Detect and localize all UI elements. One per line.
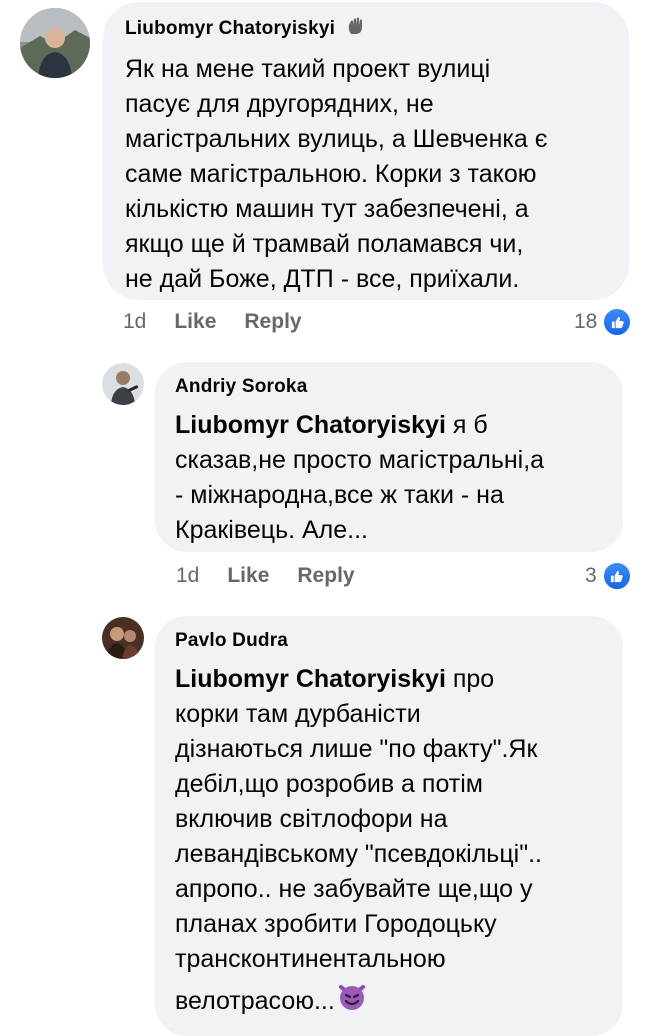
- comment-line: саме магістральною. Корки з такою: [125, 160, 537, 188]
- comment-line: магістральних вулиць, а Шевченка є: [125, 125, 548, 153]
- reaction-count: 3: [585, 564, 597, 587]
- comment-line: дізнаються лише "по факту".Як: [175, 735, 538, 763]
- comment-line: планах зробити Городоцьку: [175, 910, 497, 938]
- avatar-photo-icon: [102, 363, 144, 405]
- comment-author[interactable]: Pavlo Dudra: [175, 630, 603, 656]
- comment-line: левандівському "псевдокільці"..: [175, 840, 542, 868]
- avatar-andriy[interactable]: [102, 363, 144, 405]
- comment-bubble-2: Andriy Soroka Liubomyr Chatoryiskyi я б …: [155, 362, 623, 552]
- comment-author[interactable]: Liubomyr Chatoryiskyi: [125, 18, 335, 39]
- comment-bubble-1: Liubomyr Chatoryiskyi Як на мене такий п…: [103, 2, 629, 300]
- comment-line: дебіл,що розробив а потім: [175, 770, 483, 798]
- comment-text: Liubomyr Chatoryiskyi я б сказав,не прос…: [175, 408, 603, 548]
- comment-text: Liubomyr Chatoryiskyi про корки там дурб…: [175, 662, 603, 1021]
- comment-line: велотрасою...: [175, 981, 603, 1021]
- comment-line: Краківець. Але...: [175, 516, 369, 544]
- comment-author[interactable]: Andriy Soroka: [175, 376, 603, 402]
- thumbs-up-icon: [602, 562, 631, 590]
- comment-line: Liubomyr Chatoryiskyi про: [175, 662, 603, 697]
- avatar-pavlo[interactable]: [102, 617, 144, 659]
- comment-line: корки там дурбаністи: [175, 700, 421, 728]
- mention-link[interactable]: Liubomyr Chatoryiskyi: [175, 411, 446, 439]
- comment-line: Liubomyr Chatoryiskyi я б: [175, 408, 603, 443]
- comment-text: Як на мене такий проект вулиці пасує для…: [125, 52, 609, 297]
- comment-time[interactable]: 1d: [176, 564, 199, 588]
- smiling-devil-emoji-icon: [337, 981, 367, 1021]
- comment-line: Як на мене такий проект вулиці: [125, 55, 491, 83]
- comment-line: сказав,не просто магістральні,а: [175, 446, 545, 474]
- avatar-liubomyr[interactable]: [20, 8, 90, 78]
- comment-line: якщо ще й трамвай поламався чи,: [125, 230, 524, 258]
- comment-line-tail: я б: [445, 411, 488, 439]
- wave-hand-icon: [346, 16, 366, 41]
- reaction-count: 18: [574, 310, 598, 333]
- avatar-photo-icon: [20, 8, 90, 78]
- comment-line: не дай Боже, ДТП - все, приїхали.: [125, 265, 520, 293]
- comment-line: кількістю машин тут забезпечені, а: [125, 195, 529, 223]
- comment-line: пасує для другорядних, не: [125, 90, 434, 118]
- comment-line: включив світлофори на: [175, 805, 448, 833]
- thumbs-up-icon: [603, 308, 632, 336]
- reaction-summary[interactable]: 18: [574, 307, 632, 337]
- comment-bubble-3: Pavlo Dudra Liubomyr Chatoryiskyi про ко…: [155, 616, 623, 1036]
- avatar-photo-icon: [102, 617, 144, 659]
- comment-actions: 1d Like Reply: [176, 561, 355, 591]
- comment-line: апропо.. не забувайте ще,що у: [175, 875, 533, 903]
- mention-link[interactable]: Liubomyr Chatoryiskyi: [175, 665, 446, 693]
- reply-button[interactable]: Reply: [297, 564, 354, 588]
- comment-line: - міжнародна,все ж таки - на: [175, 481, 504, 509]
- like-button[interactable]: Like: [227, 564, 269, 588]
- comment-line-tail: про: [445, 665, 495, 693]
- reply-button[interactable]: Reply: [244, 310, 301, 334]
- reaction-summary[interactable]: 3: [585, 561, 631, 591]
- comment-actions: 1d Like Reply: [123, 307, 302, 337]
- comment-line: трансконтинентальною: [175, 945, 446, 973]
- comment-author-row: Liubomyr Chatoryiskyi: [125, 16, 609, 44]
- like-button[interactable]: Like: [174, 310, 216, 334]
- comment-line-text: велотрасою...: [175, 986, 335, 1015]
- comment-time[interactable]: 1d: [123, 310, 146, 334]
